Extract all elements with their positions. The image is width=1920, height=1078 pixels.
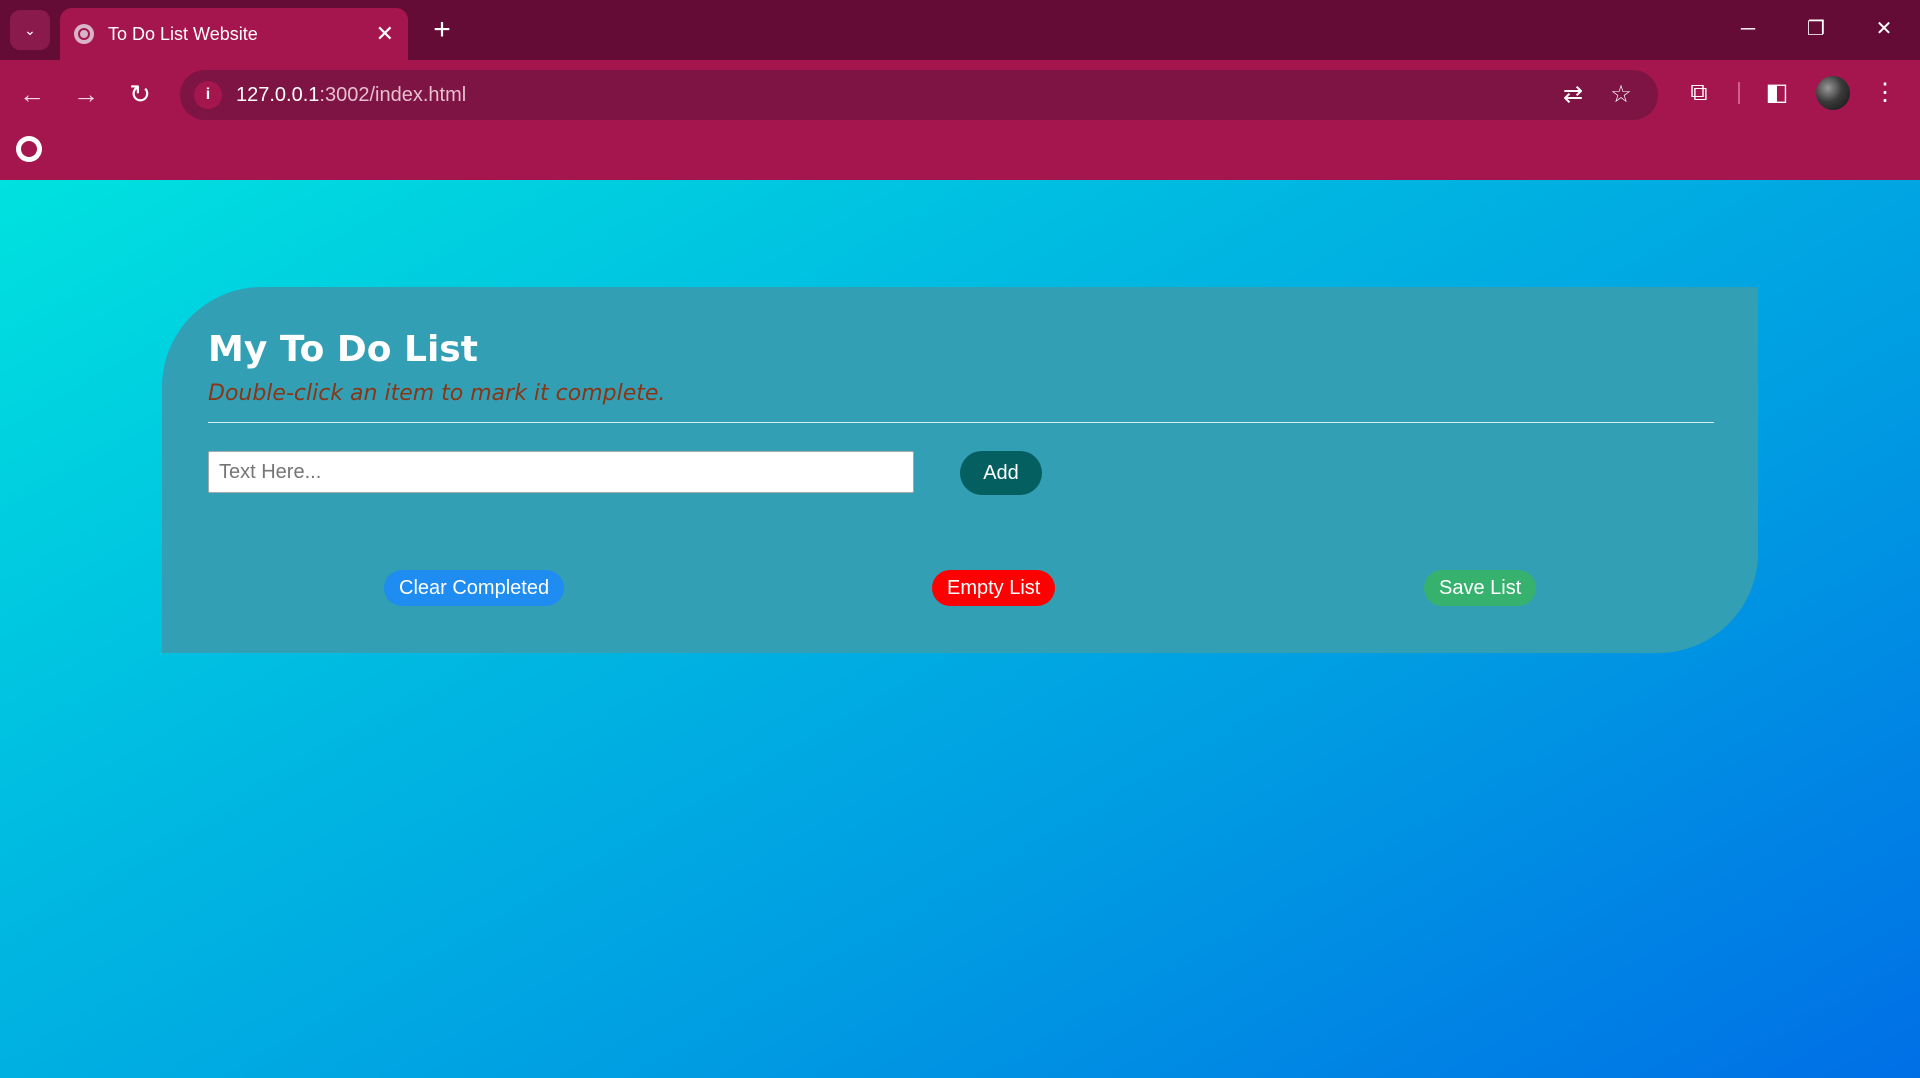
close-window-button[interactable]: ✕ (1856, 6, 1912, 52)
translate-icon[interactable]: ⇄ (1556, 78, 1590, 112)
site-info-icon[interactable]: i (194, 81, 222, 109)
close-tab-icon[interactable]: ✕ (376, 23, 394, 45)
url-text[interactable]: 127.0.0.1:3002/index.html (236, 84, 466, 107)
address-bar[interactable]: i 127.0.0.1:3002/index.html ⇄ ☆ (180, 70, 1658, 120)
add-button[interactable]: Add (960, 451, 1042, 495)
instructions-text: Double-click an item to mark it complete… (208, 381, 666, 406)
tab-search-button[interactable]: ⌄ (10, 10, 50, 50)
task-input[interactable] (208, 451, 914, 493)
minimize-button[interactable]: ─ (1720, 6, 1776, 52)
menu-icon[interactable]: ⋮ (1866, 74, 1904, 112)
empty-list-button[interactable]: Empty List (932, 570, 1056, 606)
url-host: 127.0.0.1 (236, 84, 320, 106)
page-title: My To Do List (208, 329, 478, 370)
reload-button[interactable]: ↻ (122, 76, 158, 112)
bookmark-star-icon[interactable]: ☆ (1604, 78, 1638, 112)
browser-tab[interactable]: To Do List Website ✕ (60, 8, 408, 60)
title-divider (208, 422, 1714, 423)
browser-toolbar: ← → ↻ i 127.0.0.1:3002/index.html ⇄ ☆ ⧉ … (0, 60, 1920, 180)
bookmark-globe-icon[interactable] (16, 136, 42, 162)
todo-panel: My To Do List Double-click an item to ma… (162, 287, 1758, 653)
url-path: :3002/index.html (319, 84, 467, 106)
back-button[interactable]: ← (14, 76, 50, 112)
new-tab-button[interactable]: + (424, 12, 460, 48)
side-panel-icon[interactable]: ◧ (1758, 74, 1796, 112)
extensions-icon[interactable]: ⧉ (1680, 74, 1718, 112)
page-viewport: My To Do List Double-click an item to ma… (0, 180, 1920, 1078)
restore-button[interactable]: ❐ (1788, 6, 1844, 52)
profile-avatar[interactable] (1816, 76, 1850, 110)
chevron-down-icon: ⌄ (24, 21, 36, 38)
clear-completed-button[interactable]: Clear Completed (384, 570, 565, 606)
toolbar-divider (1738, 82, 1740, 104)
tab-title: To Do List Website (108, 23, 258, 44)
browser-tab-strip: ⌄ To Do List Website ✕ + ─ ❐ ✕ (0, 0, 1920, 60)
forward-button[interactable]: → (68, 76, 104, 112)
globe-icon (74, 24, 94, 44)
save-list-button[interactable]: Save List (1424, 570, 1537, 606)
